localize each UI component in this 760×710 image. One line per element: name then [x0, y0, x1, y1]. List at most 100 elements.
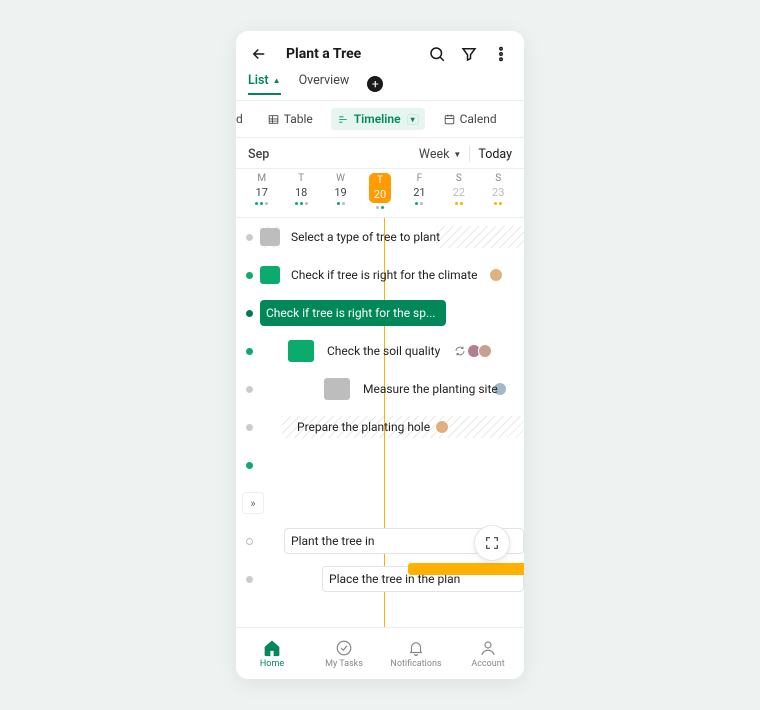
range-label: Week — [419, 147, 450, 162]
search-icon[interactable] — [426, 43, 448, 65]
view-table[interactable]: Table — [261, 108, 319, 130]
day-tue[interactable]: T 18 — [281, 173, 320, 209]
tab-overview-label: Overview — [299, 73, 350, 88]
hatch — [436, 226, 524, 248]
home-icon — [263, 639, 281, 657]
day-dow: S — [479, 173, 518, 184]
nav-label: My Tasks — [325, 659, 363, 669]
date-nav: Sep Week ▼ Today — [236, 138, 524, 169]
task-label: Check the soil quality — [327, 344, 440, 358]
chevron-down-icon: ▼ — [453, 150, 461, 159]
back-button[interactable] — [248, 43, 270, 65]
user-icon — [479, 639, 497, 657]
recurring-icon — [454, 345, 466, 357]
status-dot — [246, 234, 253, 241]
day-dow: S — [439, 173, 478, 184]
task-row[interactable] — [236, 446, 524, 484]
day-num: 20 — [369, 188, 391, 201]
day-num: 18 — [281, 186, 320, 199]
task-label: Plant the tree in — [291, 534, 375, 548]
status-dot — [246, 576, 253, 583]
expand-button[interactable]: » — [242, 492, 264, 514]
nav-account[interactable]: Account — [452, 628, 524, 679]
nav-notifications[interactable]: Notifications — [380, 628, 452, 679]
nav-mytasks[interactable]: My Tasks — [308, 628, 380, 679]
task-row[interactable]: Select a type of tree to plant — [236, 218, 524, 256]
header: Plant a Tree — [236, 31, 524, 73]
task-row[interactable]: Measure the planting site — [236, 370, 524, 408]
task-block[interactable] — [260, 266, 280, 284]
task-label: Measure the planting site — [363, 382, 498, 396]
fullscreen-button[interactable] — [474, 525, 510, 561]
task-label: Check if tree is right for the climate — [291, 268, 478, 282]
task-block[interactable] — [324, 378, 350, 400]
today-button[interactable]: Today — [478, 147, 512, 162]
avatar — [435, 420, 449, 434]
day-thu-today[interactable]: T 20 — [360, 173, 399, 209]
page-title: Plant a Tree — [286, 46, 416, 62]
day-sun[interactable]: S 23 — [479, 173, 518, 209]
tab-list[interactable]: List ▲ — [248, 73, 281, 94]
task-row[interactable]: Check if tree is right for the climate — [236, 256, 524, 294]
view-calendar-label: Calend — [460, 112, 497, 126]
nav-label: Account — [471, 659, 504, 669]
view-board[interactable]: rd — [236, 108, 249, 130]
timeline-icon — [337, 113, 350, 126]
views-row: rd Table Timeline ▾ Calend — [236, 101, 524, 138]
day-dow: M — [242, 173, 281, 184]
bell-icon — [407, 639, 425, 657]
day-dow: T — [369, 175, 391, 186]
task-block[interactable] — [260, 228, 280, 246]
task-label: Check if tree is right for the sp... — [266, 306, 435, 320]
view-timeline-label: Timeline — [354, 112, 401, 126]
range-selector[interactable]: Week ▼ — [419, 147, 461, 162]
view-calendar[interactable]: Calend — [437, 108, 503, 130]
nav-label: Home — [260, 659, 284, 669]
timeline-area[interactable]: Select a type of tree to plant Check if … — [236, 218, 524, 627]
task-block[interactable] — [288, 340, 314, 362]
avatar — [489, 268, 503, 282]
day-mon[interactable]: M 17 — [242, 173, 281, 209]
task-bar[interactable]: Check if tree is right for the sp... — [260, 300, 446, 326]
day-wed[interactable]: W 19 — [321, 173, 360, 209]
day-strip: M 17 T 18 W 19 T 20 F 21 S 22 — [236, 169, 524, 218]
status-dot — [246, 538, 253, 545]
add-tab-button[interactable]: + — [367, 76, 383, 92]
view-timeline[interactable]: Timeline ▾ — [331, 108, 425, 130]
table-icon — [267, 113, 280, 126]
status-dot — [246, 348, 253, 355]
day-dow: T — [281, 173, 320, 184]
status-dot — [246, 462, 253, 469]
tab-list-label: List — [248, 73, 269, 88]
overflow-bar — [408, 563, 524, 575]
task-row[interactable]: Check the soil quality — [236, 332, 524, 370]
bottom-nav: Home My Tasks Notifications Account — [236, 627, 524, 679]
tab-overview[interactable]: Overview — [299, 73, 350, 94]
status-dot — [246, 424, 253, 431]
avatar — [478, 344, 492, 358]
task-row-selected[interactable]: Check if tree is right for the sp... — [236, 294, 524, 332]
day-num: 23 — [479, 186, 518, 199]
day-num: 22 — [439, 186, 478, 199]
app-frame: Plant a Tree List ▲ Overview + rd Table — [236, 31, 524, 679]
task-row[interactable]: Prepare the planting hole — [236, 408, 524, 446]
check-circle-icon — [335, 639, 353, 657]
status-dot — [246, 272, 253, 279]
separator — [469, 146, 470, 162]
day-fri[interactable]: F 21 — [400, 173, 439, 209]
day-sat[interactable]: S 22 — [439, 173, 478, 209]
month-label: Sep — [248, 147, 269, 162]
task-label: Prepare the planting hole — [297, 420, 430, 434]
more-icon[interactable] — [490, 43, 512, 65]
task-row: » — [236, 484, 524, 522]
status-dot — [246, 310, 253, 317]
nav-home[interactable]: Home — [236, 628, 308, 679]
day-dow: W — [321, 173, 360, 184]
day-num: 17 — [242, 186, 281, 199]
calendar-icon — [443, 113, 456, 126]
day-num: 19 — [321, 186, 360, 199]
filter-icon[interactable] — [458, 43, 480, 65]
status-dot — [246, 386, 253, 393]
chevron-down-icon: ▾ — [407, 114, 419, 125]
caret-up-icon: ▲ — [273, 76, 281, 85]
